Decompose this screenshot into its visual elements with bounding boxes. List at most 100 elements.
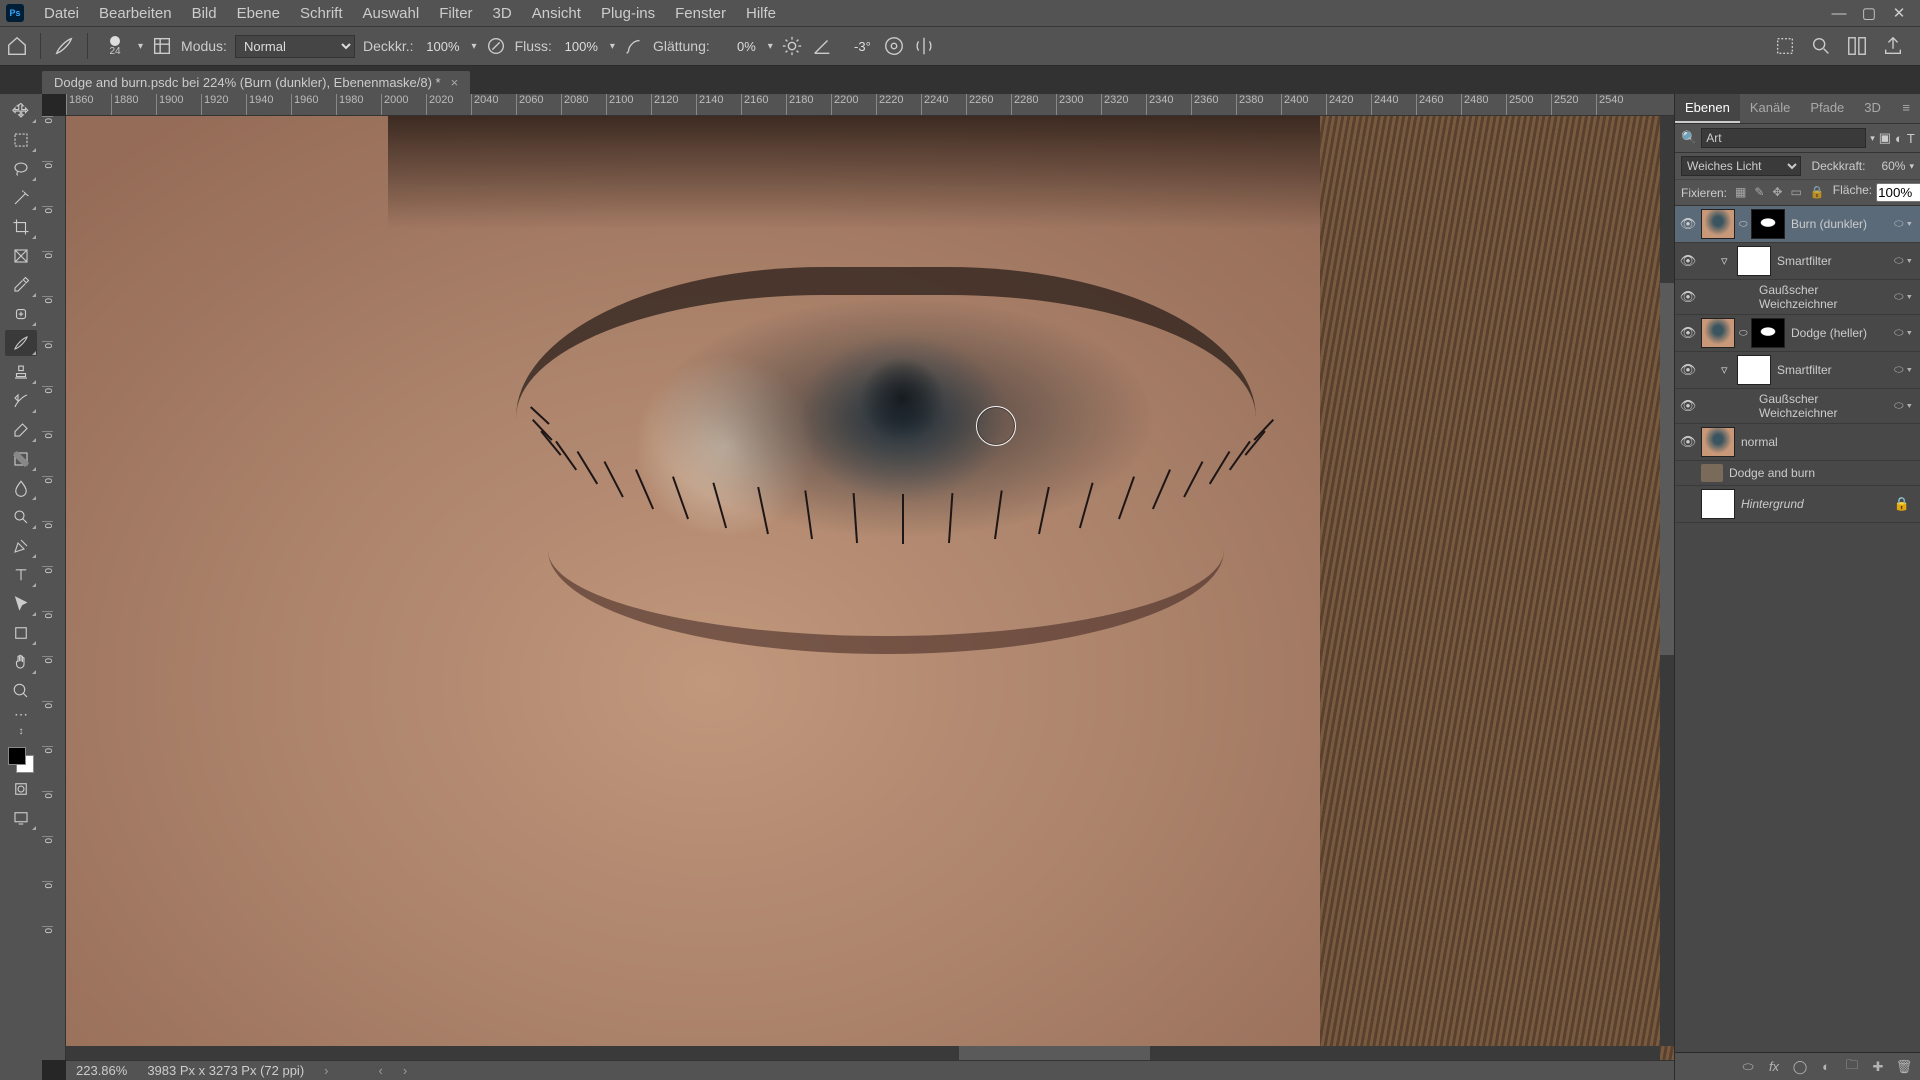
fx-indicator-icon[interactable]: ⬭ ▾: [1894, 400, 1916, 413]
smoothing-input[interactable]: [718, 37, 760, 56]
fx-indicator-icon[interactable]: ⬭ ▾: [1894, 364, 1916, 377]
tab-kanale[interactable]: Kanäle: [1740, 94, 1800, 123]
eyedropper-tool[interactable]: [5, 272, 37, 298]
layer-name[interactable]: Smartfilter: [1775, 254, 1890, 268]
menu-bild[interactable]: Bild: [182, 5, 227, 22]
layer-opacity-input[interactable]: [1869, 159, 1905, 173]
lock-pixels-icon[interactable]: ▦: [1735, 185, 1746, 201]
lock-all-icon[interactable]: 🔒: [1810, 185, 1825, 201]
window-minimize-button[interactable]: —: [1824, 5, 1854, 22]
layer-row[interactable]: 👁⬭Burn (dunkler)⬭ ▾: [1675, 206, 1920, 243]
lock-icon[interactable]: 🔒: [1894, 496, 1916, 512]
visibility-toggle[interactable]: 👁: [1679, 398, 1697, 414]
fx-indicator-icon[interactable]: ⬭ ▾: [1894, 218, 1916, 231]
menu-fenster[interactable]: Fenster: [665, 5, 736, 22]
layer-filter-input[interactable]: [1701, 128, 1866, 148]
layer-row[interactable]: 👁normal: [1675, 424, 1920, 461]
window-maximize-button[interactable]: ▢: [1854, 4, 1884, 22]
timeline-next-icon[interactable]: ›: [403, 1063, 407, 1078]
gear-icon[interactable]: [781, 35, 803, 57]
document-tab[interactable]: Dodge and burn.psdc bei 224% (Burn (dunk…: [42, 71, 470, 94]
stamp-tool[interactable]: [5, 359, 37, 385]
screenmode-tool[interactable]: [5, 805, 37, 831]
share-icon[interactable]: [1882, 35, 1904, 57]
new-group-icon[interactable]: 🗀: [1844, 1059, 1860, 1075]
layer-name[interactable]: Dodge (heller): [1789, 326, 1890, 340]
ruler-vertical[interactable]: 0000000000000000000: [42, 116, 66, 1060]
delete-layer-icon[interactable]: 🗑: [1896, 1059, 1912, 1075]
expand-icon[interactable]: ▿: [1721, 253, 1733, 269]
select-subject-icon[interactable]: [1774, 35, 1796, 57]
layer-row[interactable]: Dodge and burn: [1675, 461, 1920, 486]
flow-input[interactable]: [560, 37, 602, 56]
photo-thumbnail[interactable]: [1701, 318, 1735, 348]
mask-thumbnail[interactable]: [1751, 318, 1785, 348]
home-icon[interactable]: [6, 35, 28, 57]
angle-icon[interactable]: [811, 35, 833, 57]
visibility-toggle[interactable]: 👁: [1679, 253, 1697, 269]
pressure-size-icon[interactable]: [883, 35, 905, 57]
canvas[interactable]: [66, 116, 1674, 1060]
layer-row[interactable]: Hintergrund 🔒: [1675, 486, 1920, 523]
path-select-tool[interactable]: [5, 591, 37, 617]
link-layers-icon[interactable]: ⬭: [1740, 1059, 1756, 1075]
white-thumbnail[interactable]: [1737, 246, 1771, 276]
menu-filter[interactable]: Filter: [429, 5, 482, 22]
brush-panel-icon[interactable]: [151, 35, 173, 57]
menu-schrift[interactable]: Schrift: [290, 5, 353, 22]
layer-name[interactable]: Smartfilter: [1775, 363, 1890, 377]
magic-wand-tool[interactable]: [5, 185, 37, 211]
lasso-tool[interactable]: [5, 156, 37, 182]
brush-preset-picker[interactable]: 24: [100, 29, 130, 63]
photo-thumbnail[interactable]: [1701, 427, 1735, 457]
expand-icon[interactable]: ▿: [1721, 362, 1733, 378]
layer-fx-icon[interactable]: fx: [1766, 1059, 1782, 1075]
horizontal-scrollbar[interactable]: [66, 1046, 1660, 1060]
zoom-tool[interactable]: [5, 678, 37, 704]
healing-tool[interactable]: [5, 301, 37, 327]
white-thumbnail[interactable]: [1701, 489, 1735, 519]
menu-plugins[interactable]: Plug-ins: [591, 5, 665, 22]
ruler-horizontal[interactable]: 1860188019001920194019601980200020202040…: [66, 94, 1674, 116]
status-arrow-icon[interactable]: ›: [324, 1063, 328, 1078]
white-thumbnail[interactable]: [1737, 355, 1771, 385]
fill-input[interactable]: [1876, 183, 1920, 202]
workspace-icon[interactable]: [1846, 35, 1868, 57]
add-mask-icon[interactable]: ◯: [1792, 1059, 1808, 1075]
hand-tool[interactable]: [5, 649, 37, 675]
vertical-scrollbar[interactable]: [1660, 116, 1674, 1046]
layer-name[interactable]: Burn (dunkler): [1789, 217, 1890, 231]
move-tool[interactable]: [5, 98, 37, 124]
fx-indicator-icon[interactable]: ⬭ ▾: [1894, 327, 1916, 340]
photo-thumbnail[interactable]: [1701, 209, 1735, 239]
edit-toolbar-icon[interactable]: ↕: [5, 724, 37, 738]
zoom-value[interactable]: 223.86%: [76, 1063, 127, 1078]
shape-tool[interactable]: [5, 620, 37, 646]
layer-row[interactable]: 👁▿Smartfilter⬭ ▾: [1675, 243, 1920, 280]
layer-blend-select[interactable]: Weiches Licht: [1681, 156, 1801, 176]
close-tab-icon[interactable]: ×: [451, 75, 459, 90]
dodge-tool[interactable]: [5, 504, 37, 530]
layer-name[interactable]: Hintergrund: [1739, 497, 1890, 511]
opacity-input[interactable]: [422, 37, 464, 56]
chevron-down-icon[interactable]: ▾: [1909, 161, 1914, 172]
tab-3d[interactable]: 3D: [1854, 94, 1891, 123]
filter-type-icon[interactable]: T: [1907, 129, 1915, 147]
new-layer-icon[interactable]: ✚: [1870, 1059, 1886, 1075]
chevron-down-icon[interactable]: ▾: [610, 41, 615, 52]
lock-artboard-icon[interactable]: ▭: [1790, 185, 1801, 201]
filter-adjust-icon[interactable]: ◐: [1895, 129, 1903, 147]
gradient-tool[interactable]: [5, 446, 37, 472]
layer-name[interactable]: Gaußscher Weichzeichner: [1757, 283, 1890, 311]
chevron-down-icon[interactable]: ▾: [1870, 133, 1875, 144]
menu-hilfe[interactable]: Hilfe: [736, 5, 786, 22]
history-brush-tool[interactable]: [5, 388, 37, 414]
layer-row[interactable]: 👁⬭Dodge (heller)⬭ ▾: [1675, 315, 1920, 352]
fx-indicator-icon[interactable]: ⬭ ▾: [1894, 291, 1916, 304]
menu-3d[interactable]: 3D: [483, 5, 522, 22]
marquee-tool[interactable]: [5, 127, 37, 153]
symmetry-icon[interactable]: [913, 35, 935, 57]
menu-datei[interactable]: Datei: [34, 5, 89, 22]
chevron-down-icon[interactable]: ▾: [472, 41, 477, 52]
blend-mode-select[interactable]: Normal: [235, 35, 355, 58]
